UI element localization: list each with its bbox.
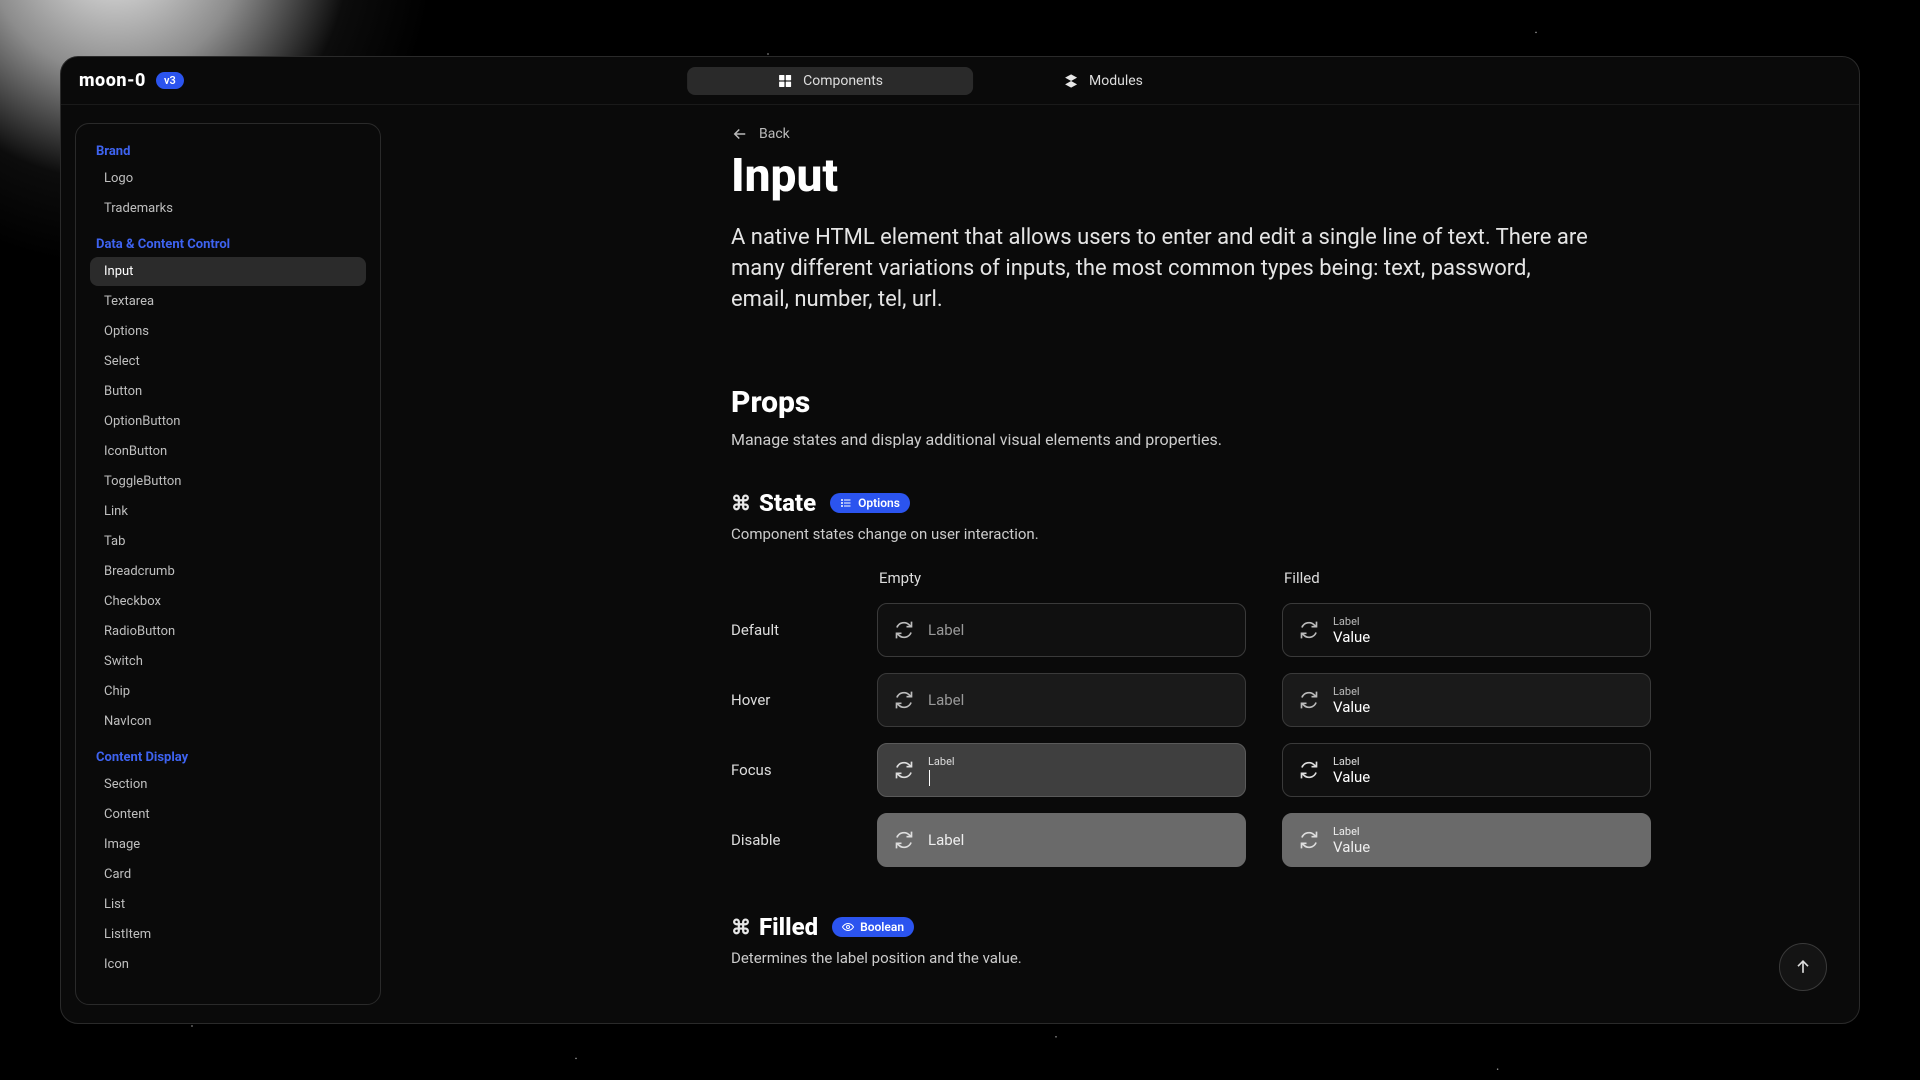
sidebar-item-tab[interactable]: Tab: [90, 527, 366, 556]
input-focus-empty[interactable]: Label: [877, 743, 1246, 797]
sidebar-section-data: Data & Content Control: [84, 231, 372, 256]
refresh-icon: [894, 620, 914, 640]
sidebar[interactable]: Brand Logo Trademarks Data & Content Con…: [75, 123, 381, 1005]
sidebar-section-display: Content Display: [84, 744, 372, 769]
sidebar-item-checkbox[interactable]: Checkbox: [90, 587, 366, 616]
scroll-to-top-button[interactable]: [1779, 943, 1827, 991]
tab-modules-label: Modules: [1089, 73, 1143, 89]
sidebar-item-icon[interactable]: Icon: [90, 950, 366, 979]
refresh-icon: [894, 690, 914, 710]
back-button[interactable]: Back: [731, 125, 1651, 143]
options-badge: Options: [830, 493, 910, 513]
prop-state-name: ⌘ State: [731, 489, 816, 517]
sidebar-item-button[interactable]: Button: [90, 377, 366, 406]
arrow-left-icon: [731, 125, 749, 143]
brand-version-badge: v3: [156, 72, 184, 89]
page-description: A native HTML element that allows users …: [731, 223, 1591, 315]
sidebar-item-list[interactable]: List: [90, 890, 366, 919]
main-area: Brand Logo Trademarks Data & Content Con…: [61, 105, 1859, 1023]
tab-components-label: Components: [803, 73, 883, 89]
list-icon: [840, 497, 852, 509]
page-title: Input: [731, 149, 1651, 203]
sidebar-item-link[interactable]: Link: [90, 497, 366, 526]
sidebar-item-textarea[interactable]: Textarea: [90, 287, 366, 316]
props-subdesc: Manage states and display additional vis…: [731, 430, 1651, 449]
input-default-filled[interactable]: LabelValue: [1282, 603, 1651, 657]
sidebar-item-switch[interactable]: Switch: [90, 647, 366, 676]
refresh-icon: [1299, 620, 1319, 640]
row-hover: Hover: [731, 691, 841, 709]
dashboard-icon: [777, 73, 793, 89]
sidebar-item-optionbutton[interactable]: OptionButton: [90, 407, 366, 436]
sidebar-item-trademarks[interactable]: Trademarks: [90, 194, 366, 223]
refresh-icon: [894, 760, 914, 780]
input-default-empty[interactable]: Label: [877, 603, 1246, 657]
prop-state-desc: Component states change on user interact…: [731, 525, 1651, 543]
row-focus: Focus: [731, 761, 841, 779]
command-icon: ⌘: [731, 491, 751, 515]
brand-mark: moon-0 v3: [79, 70, 184, 91]
sidebar-item-input[interactable]: Input: [90, 257, 366, 286]
tab-components[interactable]: Components: [687, 67, 973, 95]
row-default: Default: [731, 621, 841, 639]
sidebar-item-radiobutton[interactable]: RadioButton: [90, 617, 366, 646]
props-heading: Props: [731, 385, 1651, 420]
content-scroll[interactable]: Back Input A native HTML element that al…: [381, 105, 1859, 1023]
arrow-up-icon: [1793, 957, 1813, 977]
state-grid: Empty Filled Default Label LabelValue Ho…: [731, 569, 1651, 867]
input-hover-filled[interactable]: LabelValue: [1282, 673, 1651, 727]
sidebar-item-select[interactable]: Select: [90, 347, 366, 376]
eye-icon: [842, 921, 854, 933]
sidebar-item-image[interactable]: Image: [90, 830, 366, 859]
column-filled: Filled: [1282, 569, 1651, 587]
sidebar-item-options[interactable]: Options: [90, 317, 366, 346]
sidebar-item-card[interactable]: Card: [90, 860, 366, 889]
app-window: moon-0 v3 Components Modules Brand Logo: [60, 56, 1860, 1024]
sidebar-item-chip[interactable]: Chip: [90, 677, 366, 706]
input-focus-filled[interactable]: LabelValue: [1282, 743, 1651, 797]
refresh-icon: [1299, 830, 1319, 850]
brand-logotype: moon-0: [79, 70, 146, 91]
back-label: Back: [759, 126, 790, 142]
refresh-icon: [1299, 690, 1319, 710]
refresh-icon: [894, 830, 914, 850]
prop-filled-name: ⌘ Filled: [731, 913, 818, 941]
sidebar-item-togglebutton[interactable]: ToggleButton: [90, 467, 366, 496]
main-nav: Components Modules: [687, 67, 1233, 95]
sidebar-item-iconbutton[interactable]: IconButton: [90, 437, 366, 466]
topbar: moon-0 v3 Components Modules: [61, 57, 1859, 105]
sidebar-item-content[interactable]: Content: [90, 800, 366, 829]
command-icon: ⌘: [731, 915, 751, 939]
tab-modules[interactable]: Modules: [973, 67, 1233, 95]
refresh-icon: [1299, 760, 1319, 780]
sidebar-item-listitem[interactable]: ListItem: [90, 920, 366, 949]
row-disable: Disable: [731, 831, 841, 849]
sidebar-section-brand: Brand: [84, 138, 372, 163]
input-disable-filled: LabelValue: [1282, 813, 1651, 867]
layers-icon: [1063, 73, 1079, 89]
sidebar-item-logo[interactable]: Logo: [90, 164, 366, 193]
boolean-badge: Boolean: [832, 917, 914, 937]
column-empty: Empty: [877, 569, 1246, 587]
sidebar-item-section[interactable]: Section: [90, 770, 366, 799]
sidebar-item-breadcrumb[interactable]: Breadcrumb: [90, 557, 366, 586]
sidebar-item-navicon[interactable]: NavIcon: [90, 707, 366, 736]
prop-filled-desc: Determines the label position and the va…: [731, 949, 1651, 967]
input-hover-empty[interactable]: Label: [877, 673, 1246, 727]
input-disable-empty: Label: [877, 813, 1246, 867]
